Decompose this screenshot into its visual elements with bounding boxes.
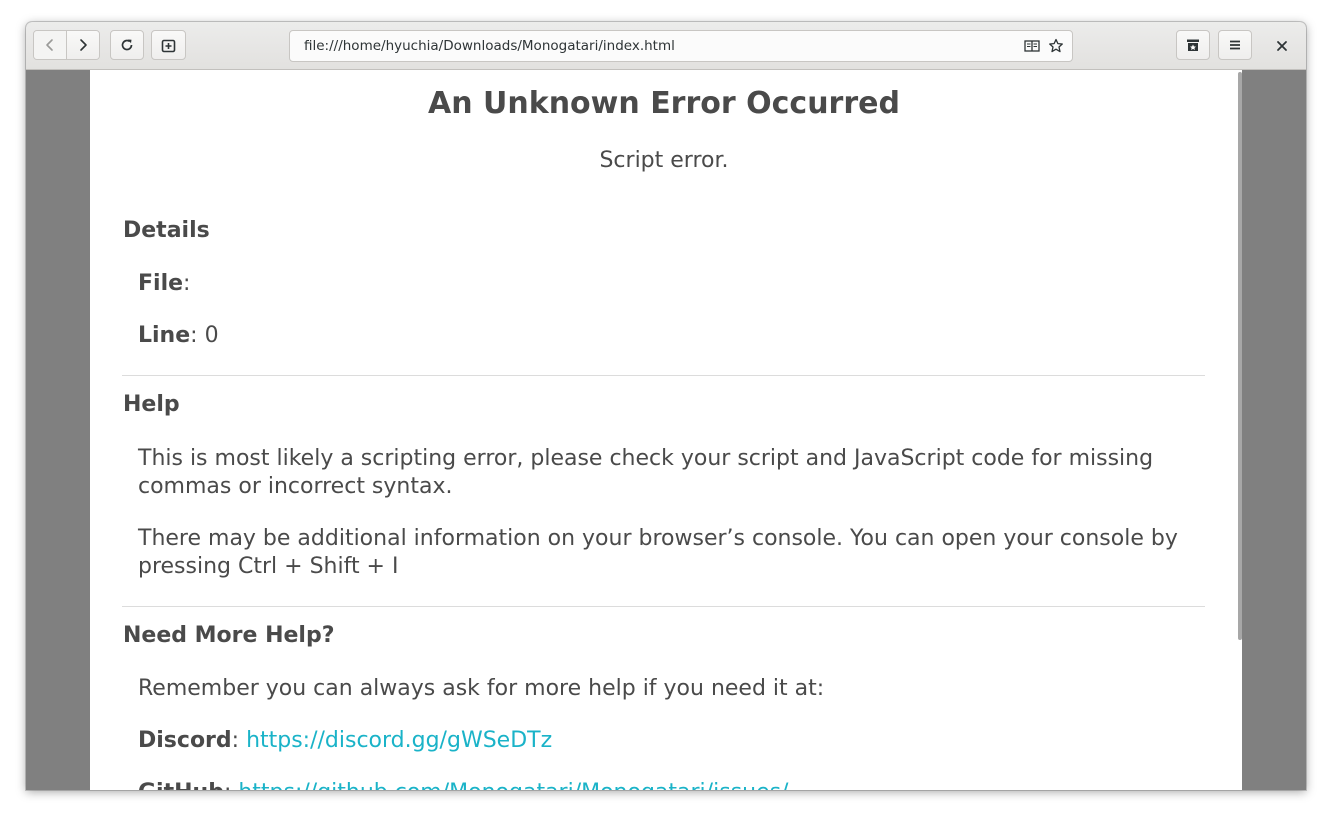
close-window-button[interactable] [1272,36,1292,56]
file-separator: : [183,271,191,296]
details-heading: Details [123,218,210,243]
discord-label: Discord [138,728,232,753]
address-bar[interactable]: file:///home/hyuchia/Downloads/Monogatar… [289,30,1073,62]
chevron-right-icon [80,39,87,51]
browser-toolbar: file:///home/hyuchia/Downloads/Monogatar… [26,22,1306,70]
error-page: An Unknown Error Occurred Script error. … [90,70,1242,790]
github-row: GitHub: https://github.com/Monogatari/Mo… [138,779,1198,790]
discord-row: Discord: https://discord.gg/gWSeDTz [138,727,1198,755]
reader-mode-icon[interactable] [1024,38,1040,54]
help-paragraph-2: There may be additional information on y… [138,526,1178,579]
new-tab-icon [161,39,176,52]
bookmarks-button[interactable] [1176,30,1210,60]
menu-button[interactable] [1218,30,1252,60]
file-row: File: [138,270,1198,298]
new-tab-button[interactable] [151,30,186,60]
browser-window: file:///home/hyuchia/Downloads/Monogatar… [26,22,1306,790]
github-label: GitHub [138,780,224,790]
reload-icon [121,39,133,51]
divider [122,375,1205,376]
navigation-buttons [33,30,100,60]
discord-separator: : [231,728,247,753]
page-title: An Unknown Error Occurred [428,86,900,121]
line-label: Line [138,323,191,348]
line-value: 0 [204,323,219,348]
bookmarks-icon [1187,39,1199,51]
close-icon [1277,41,1287,51]
url-text[interactable]: file:///home/hyuchia/Downloads/Monogatar… [304,31,675,61]
more-help-intro: Remember you can always ask for more hel… [138,676,825,701]
page-scrollbar[interactable] [1238,72,1242,640]
file-label: File [138,271,184,296]
help-heading: Help [123,392,180,417]
more-help-heading: Need More Help? [123,623,335,648]
forward-button[interactable] [67,31,99,59]
line-separator: : [190,323,205,348]
help-paragraph-1: This is most likely a scripting error, p… [138,446,1154,499]
line-row: Line: 0 [138,322,1198,350]
error-message: Script error. [599,148,729,173]
github-separator: : [224,780,238,790]
reload-button[interactable] [110,30,144,60]
discord-link[interactable]: https://discord.gg/gWSeDTz [246,728,552,753]
back-button[interactable] [34,31,67,59]
github-link[interactable]: https://github.com/Monogatari/Monogatari… [238,780,788,790]
chevron-left-icon [46,39,53,51]
hamburger-menu-icon [1230,40,1240,50]
star-icon[interactable] [1048,38,1064,54]
divider [122,606,1205,607]
